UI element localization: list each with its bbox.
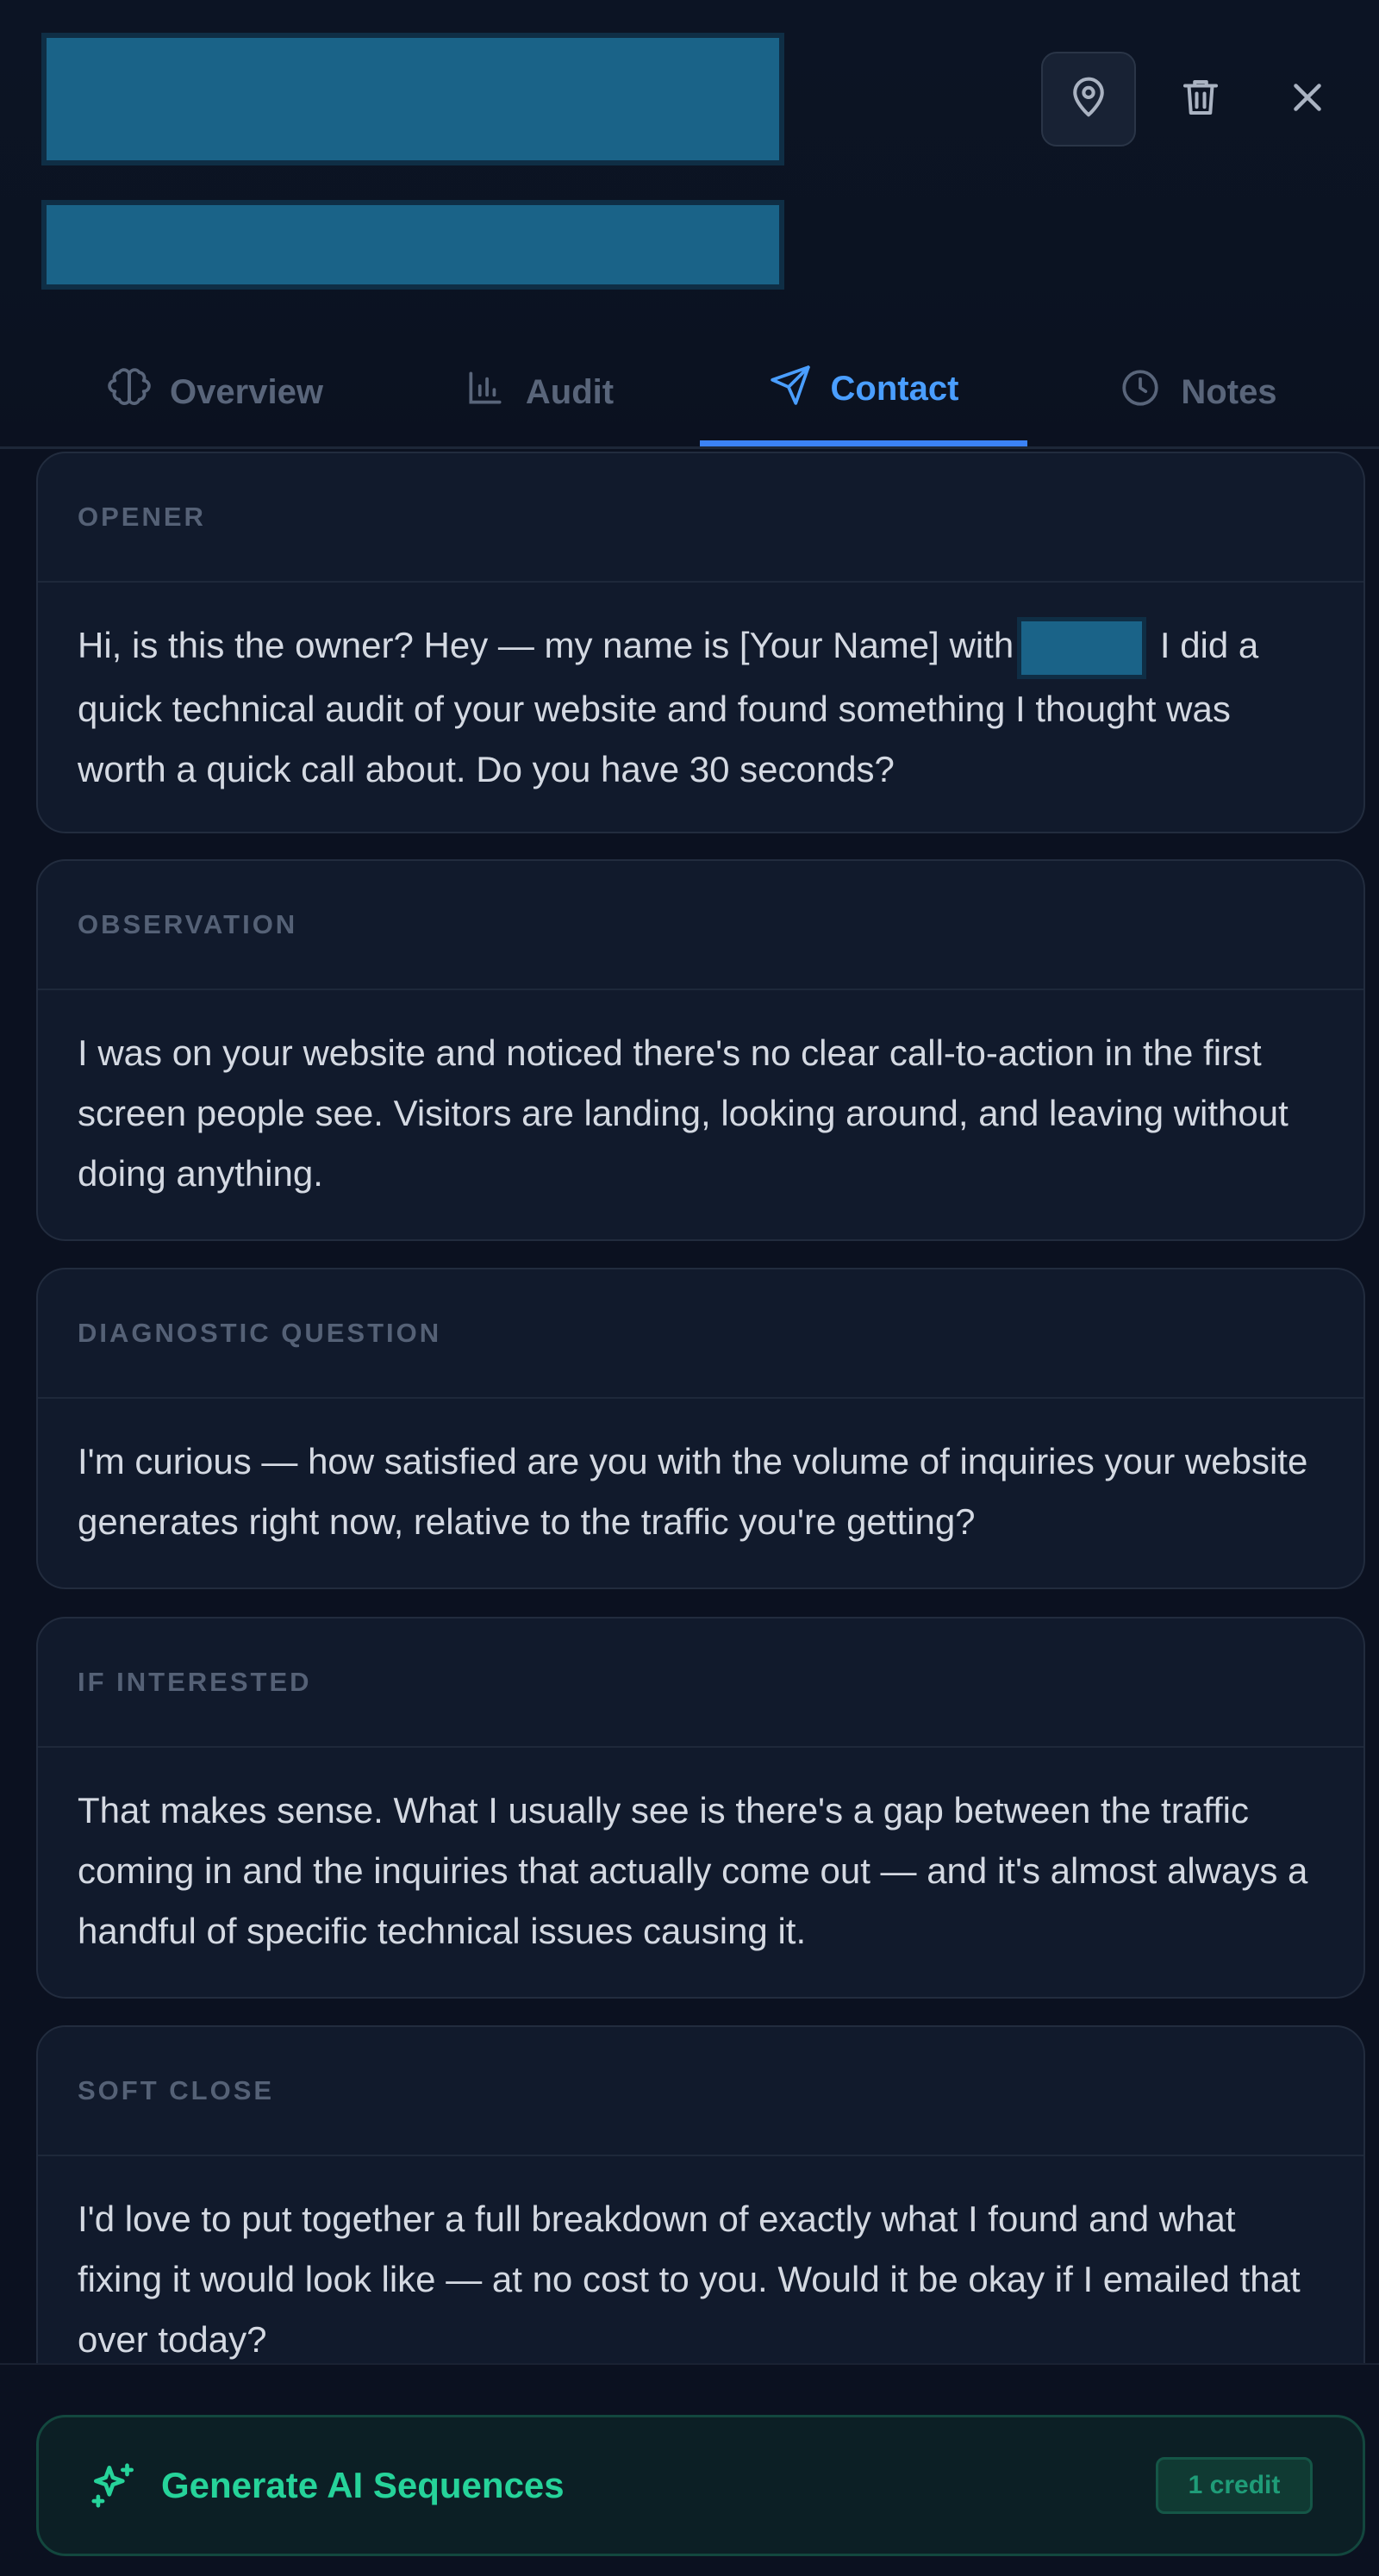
section-text: I'm curious — how satisfied are you with… [78,1441,1308,1542]
script-card-soft-close: SOFT CLOSE I'd love to put together a fu… [36,2025,1365,2407]
section-title: IF INTERESTED [38,1619,1363,1748]
script-card-opener: OPENER Hi, is this the owner? Hey — my n… [36,452,1365,833]
tab-contact[interactable]: Contact [700,338,1027,446]
close-icon [1284,74,1331,125]
map-pin-icon [1065,74,1112,125]
tab-overview[interactable]: Overview [78,338,353,446]
tab-label: Overview [170,372,323,411]
lead-header: Overview Audit Contact Notes [0,0,1379,449]
opener-text-start: Hi, is this the owner? Hey — my name is … [78,625,1014,665]
tab-notes[interactable]: Notes [1069,338,1327,446]
generate-button-label: Generate AI Sequences [161,2465,565,2505]
trash-icon [1177,74,1224,125]
map-pin-button[interactable] [1041,52,1136,147]
section-text: That makes sense. What I usually see is … [78,1790,1308,1951]
lead-subtitle-redacted [41,200,784,290]
clock-icon [1119,366,1162,418]
section-title: OPENER [38,453,1363,583]
brain-icon [108,366,151,418]
section-title: OBSERVATION [38,861,1363,990]
sparkles-icon [87,2459,140,2512]
tab-audit[interactable]: Audit [440,338,638,446]
tab-label: Notes [1181,372,1277,411]
section-title: SOFT CLOSE [38,2027,1363,2156]
script-card-observation: OBSERVATION I was on your website and no… [36,859,1365,1241]
send-icon [769,364,812,415]
credit-cost-badge: 1 credit [1156,2457,1313,2514]
section-text: I was on your website and noticed there'… [78,1032,1289,1194]
script-card-diagnostic-question: DIAGNOSTIC QUESTION I'm curious — how sa… [36,1268,1365,1589]
company-name-redacted [1017,616,1147,679]
lead-title-redacted [41,33,784,165]
tab-label: Audit [525,372,615,411]
section-text: Hi, is this the owner? Hey — my name is … [38,583,1363,800]
bar-chart-icon [464,366,507,418]
section-title: DIAGNOSTIC QUESTION [38,1269,1363,1399]
footer-bar: Generate AI Sequences 1 credit [0,2363,1379,2576]
section-text: I'd love to put together a full breakdow… [78,2199,1301,2360]
tab-label: Contact [830,370,959,408]
tab-bar: Overview Audit Contact Notes [0,338,1379,446]
close-button[interactable] [1260,52,1355,147]
delete-button[interactable] [1153,52,1248,147]
script-card-if-interested: IF INTERESTED That makes sense. What I u… [36,1617,1365,1999]
generate-ai-sequences-button[interactable]: Generate AI Sequences 1 credit [36,2415,1365,2556]
